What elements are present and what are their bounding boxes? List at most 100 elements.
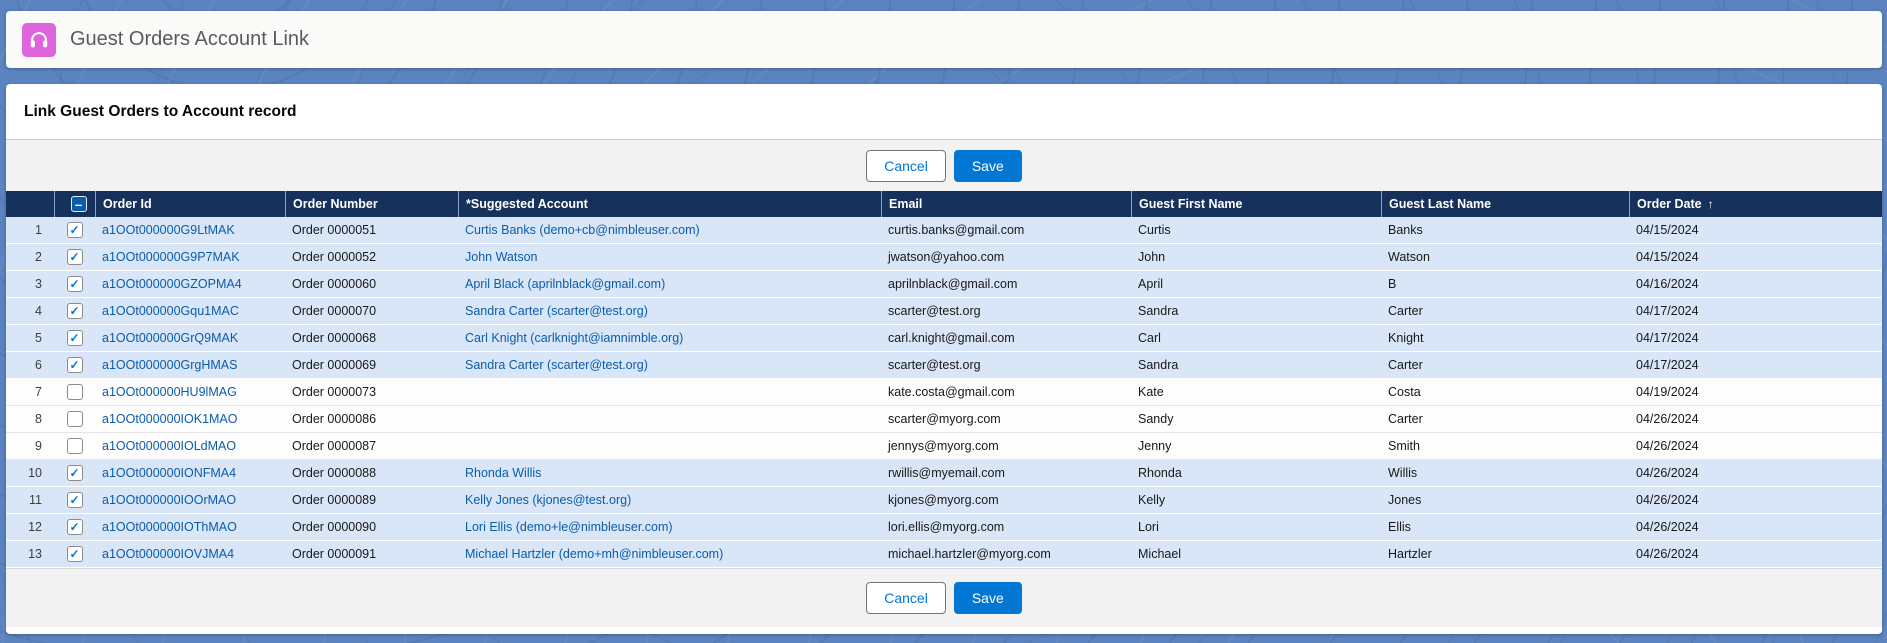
guest-first-name-value: Michael (1138, 547, 1181, 561)
suggested-account-link[interactable]: Rhonda Willis (465, 466, 541, 480)
guest-first-name-value: Sandy (1138, 412, 1173, 426)
order-date-value: 04/26/2024 (1636, 466, 1699, 480)
row-checkbox[interactable]: ✓ (67, 276, 83, 292)
suggested-account-link[interactable]: Curtis Banks (demo+cb@nimbleuser.com) (465, 223, 700, 237)
col-order-number[interactable]: Order Number (285, 191, 458, 217)
guest-first-name-value: Sandra (1138, 358, 1178, 372)
order-id-link[interactable]: a1OOt000000IOThMAO (102, 520, 237, 534)
order-number-cell: Order 0000068 (285, 331, 458, 345)
action-bar-bottom: Cancel Save (6, 568, 1882, 627)
email-value: aprilnblack@gmail.com (888, 277, 1017, 291)
row-checkbox[interactable] (67, 384, 83, 400)
suggested-account-link[interactable]: Michael Hartzler (demo+mh@nimbleuser.com… (465, 547, 723, 561)
order-id-link[interactable]: a1OOt000000G9P7MAK (102, 250, 240, 264)
order-number: Order 0000086 (292, 412, 376, 426)
order-id-link[interactable]: a1OOt000000IOVJMA4 (102, 547, 234, 561)
row-number-cell: 4 (6, 304, 54, 318)
guest-last-name-cell: Carter (1381, 358, 1629, 372)
order-id-link[interactable]: a1OOt000000GZOPMA4 (102, 277, 242, 291)
order-date-cell: 04/15/2024 (1629, 223, 1881, 237)
row-checkbox[interactable]: ✓ (67, 492, 83, 508)
order-number: Order 0000060 (292, 277, 376, 291)
guest-first-name-value: Kate (1138, 385, 1164, 399)
col-guest-last-name[interactable]: Guest Last Name (1381, 191, 1629, 217)
order-id-link[interactable]: a1OOt000000HU9lMAG (102, 385, 237, 399)
suggested-account-link[interactable]: Sandra Carter (scarter@test.org) (465, 358, 648, 372)
order-id-link[interactable]: a1OOt000000Gqu1MAC (102, 304, 239, 318)
suggested-account-link[interactable]: April Black (aprilnblack@gmail.com) (465, 277, 665, 291)
cancel-button[interactable]: Cancel (866, 150, 946, 182)
guest-last-name-value: Jones (1388, 493, 1421, 507)
row-checkbox-cell: ✓ (54, 222, 95, 238)
guest-last-name-cell: Hartzler (1381, 547, 1629, 561)
save-button-bottom[interactable]: Save (954, 582, 1022, 614)
table-row: 10 ✓ a1OOt000000IONFMA4 Order 0000088 Rhonda… (6, 460, 1882, 487)
order-id-cell: a1OOt000000IOOrMAO (95, 493, 285, 507)
row-checkbox[interactable] (67, 438, 83, 454)
row-checkbox[interactable] (67, 411, 83, 427)
row-checkbox[interactable]: ✓ (67, 465, 83, 481)
suggested-account-link[interactable]: Carl Knight (carlknight@iamnimble.org) (465, 331, 683, 345)
email-value: carl.knight@gmail.com (888, 331, 1015, 345)
row-number: 8 (35, 412, 42, 426)
table-row: 4✓a1OOt000000Gqu1MACOrder 0000070Sandra … (6, 298, 1882, 325)
order-id-link[interactable]: a1OOt000000GrQ9MAK (102, 331, 238, 345)
suggested-account-cell: Michael Hartzler (demo+mh@nimbleuser.com… (458, 547, 881, 561)
guest-first-name-cell: John (1131, 250, 1381, 264)
row-number-cell: 9 (6, 439, 54, 453)
order-id-link[interactable]: a1OOt000000IOLdMAO (102, 439, 236, 453)
order-number: Order 0000088 (292, 466, 376, 480)
email-cell: jennys@myorg.com (881, 439, 1131, 453)
guest-first-name-value: April (1138, 277, 1163, 291)
guest-last-name-cell: Smith (1381, 439, 1629, 453)
order-id-link[interactable]: a1OOt000000G9LtMAK (102, 223, 235, 237)
suggested-account-cell: Kelly Jones (kjones@test.org) (458, 493, 881, 507)
cancel-button-bottom[interactable]: Cancel (866, 582, 946, 614)
col-order-id[interactable]: Order Id (95, 191, 285, 217)
row-checkbox[interactable]: ✓ (67, 357, 83, 373)
table-row: 13✓a1OOt000000IOVJMA4Order 0000091Michae… (6, 541, 1882, 568)
order-id-cell: a1OOt000000HU9lMAG (95, 385, 285, 399)
email-cell: scarter@myorg.com (881, 412, 1131, 426)
col-guest-first-name[interactable]: Guest First Name (1131, 191, 1381, 217)
row-number: 10 (28, 466, 42, 480)
suggested-account-link[interactable]: Sandra Carter (scarter@test.org) (465, 304, 648, 318)
col-email[interactable]: Email (881, 191, 1131, 217)
row-checkbox-cell: ✓ (54, 546, 95, 562)
order-number-cell: Order 0000091 (285, 547, 458, 561)
order-id-link[interactable]: a1OOt000000IONFMA4 (102, 466, 236, 480)
order-id-link[interactable]: a1OOt000000GrgHMAS (102, 358, 238, 372)
order-id-link[interactable]: a1OOt000000IOK1MAO (102, 412, 238, 426)
row-checkbox[interactable]: ✓ (67, 330, 83, 346)
col-suggested-account[interactable]: *Suggested Account (458, 191, 881, 217)
table-row: 1✓a1OOt000000G9LtMAKOrder 0000051Curtis … (6, 217, 1882, 244)
row-checkbox[interactable]: ✓ (67, 249, 83, 265)
row-checkbox[interactable]: ✓ (67, 519, 83, 535)
order-number: Order 0000052 (292, 250, 376, 264)
suggested-account-link[interactable]: Lori Ellis (demo+le@nimbleuser.com) (465, 520, 673, 534)
order-id-link[interactable]: a1OOt000000IOOrMAO (102, 493, 236, 507)
order-date-cell: 04/17/2024 (1629, 331, 1881, 345)
row-checkbox[interactable]: ✓ (67, 546, 83, 562)
guest-last-name-cell: Watson (1381, 250, 1629, 264)
table-row: 6✓a1OOt000000GrgHMASOrder 0000069Sandra … (6, 352, 1882, 379)
email-cell: kate.costa@gmail.com (881, 385, 1131, 399)
save-button[interactable]: Save (954, 150, 1022, 182)
row-checkbox[interactable]: ✓ (67, 303, 83, 319)
orders-table-header: – Order Id Order Number *Suggested Accou… (6, 191, 1882, 217)
email-cell: lori.ellis@myorg.com (881, 520, 1131, 534)
page-title: Guest Orders Account Link (70, 28, 309, 51)
email-value: lori.ellis@myorg.com (888, 520, 1004, 534)
row-checkbox[interactable]: ✓ (67, 222, 83, 238)
guest-last-name-cell: Carter (1381, 412, 1629, 426)
col-order-date[interactable]: Order Date ↑ (1629, 191, 1881, 217)
suggested-account-cell: April Black (aprilnblack@gmail.com) (458, 277, 881, 291)
guest-last-name-value: Smith (1388, 439, 1420, 453)
suggested-account-link[interactable]: Kelly Jones (kjones@test.org) (465, 493, 631, 507)
row-number: 9 (35, 439, 42, 453)
order-date-cell: 04/19/2024 (1629, 385, 1881, 399)
select-all-checkbox[interactable]: – (71, 196, 87, 212)
order-date-cell: 04/17/2024 (1629, 304, 1881, 318)
order-date-value: 04/15/2024 (1636, 223, 1699, 237)
suggested-account-link[interactable]: John Watson (465, 250, 538, 264)
